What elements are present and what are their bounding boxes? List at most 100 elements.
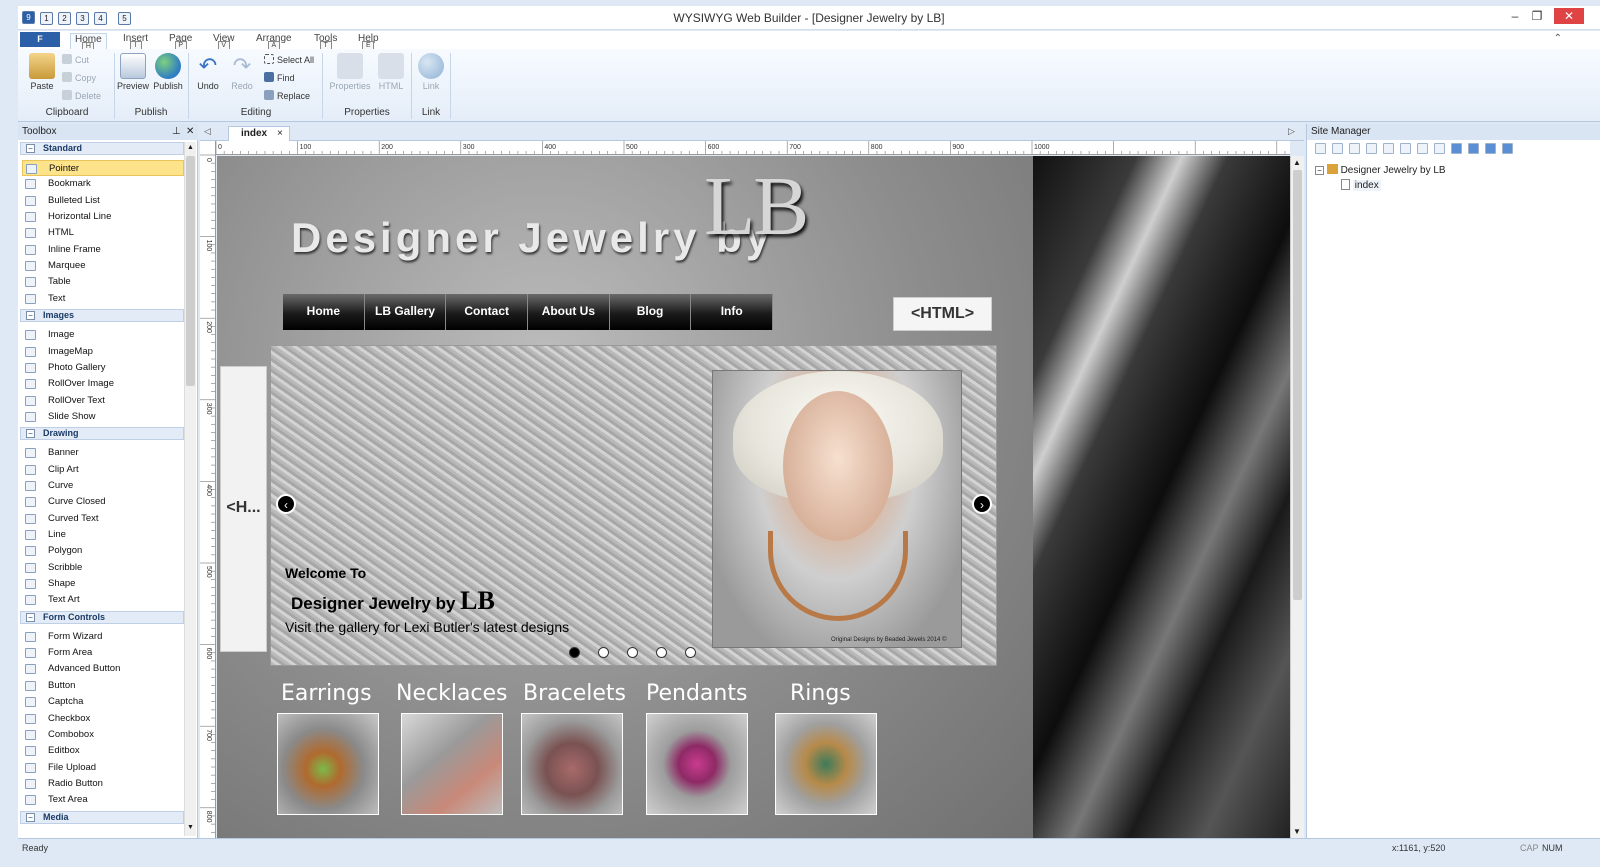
menu-info[interactable]: Info bbox=[691, 294, 774, 330]
toolbox-item[interactable]: Curve Closed bbox=[22, 494, 184, 510]
tab-home[interactable]: Home H bbox=[70, 33, 107, 52]
slide-next-button[interactable]: › bbox=[972, 494, 992, 514]
toolbox-item[interactable]: Table bbox=[22, 274, 184, 290]
page-template-icon[interactable] bbox=[1349, 143, 1360, 154]
necklaces-thumbnail[interactable] bbox=[401, 713, 503, 815]
move-down-icon[interactable] bbox=[1468, 143, 1479, 154]
slide-dot[interactable] bbox=[656, 647, 667, 658]
page-properties-icon[interactable] bbox=[1434, 143, 1445, 154]
import-page-icon[interactable] bbox=[1383, 143, 1394, 154]
replace-button[interactable]: Replace bbox=[264, 89, 310, 103]
link-button[interactable]: Link bbox=[416, 53, 446, 91]
scroll-down-icon[interactable]: ▼ bbox=[186, 824, 195, 834]
move-left-icon[interactable] bbox=[1485, 143, 1496, 154]
toolbox-item[interactable]: Marquee bbox=[22, 258, 184, 274]
menu-lb-gallery[interactable]: LB Gallery bbox=[364, 294, 447, 330]
tab-scroll-left-icon[interactable]: ◁ bbox=[204, 126, 211, 137]
toolbox-item[interactable]: Line bbox=[22, 527, 184, 543]
collapse-icon[interactable]: − bbox=[26, 812, 35, 822]
toolbox-item[interactable]: Clip Art bbox=[22, 462, 184, 478]
category-earrings[interactable]: Earrings bbox=[281, 681, 372, 706]
header-title[interactable]: Designer Jewelry by bbox=[291, 214, 773, 262]
menu-contact[interactable]: Contact bbox=[446, 294, 529, 330]
menu-blog[interactable]: Blog bbox=[609, 294, 692, 330]
toolbox-item[interactable]: ImageMap bbox=[22, 344, 184, 360]
tab-help[interactable]: Help E bbox=[354, 33, 383, 51]
close-icon[interactable]: ✕ bbox=[186, 124, 194, 140]
close-button[interactable]: ✕ bbox=[1554, 8, 1584, 24]
toolbox-item[interactable]: Bulleted List bbox=[22, 193, 184, 209]
toolbox-item[interactable]: HTML bbox=[22, 225, 184, 241]
toolbox-item[interactable]: Slide Show bbox=[22, 409, 184, 425]
toolbox-item[interactable]: RollOver Text bbox=[22, 393, 184, 409]
tab-scroll-right-icon[interactable]: ▷ bbox=[1288, 126, 1295, 137]
design-canvas[interactable]: Designer Jewelry by LB Home LB Gallery C… bbox=[217, 156, 1290, 838]
slide-dot[interactable] bbox=[685, 647, 696, 658]
earrings-thumbnail[interactable] bbox=[277, 713, 379, 815]
delete-button[interactable]: Delete bbox=[62, 89, 101, 103]
tab-view[interactable]: View V bbox=[209, 33, 239, 51]
cut-button[interactable]: Cut bbox=[62, 53, 89, 67]
undo-button[interactable]: ↶ Undo bbox=[192, 53, 224, 91]
collapse-icon[interactable]: − bbox=[26, 429, 35, 439]
slide-image[interactable]: Original Designs by Beaded Jewels 2014 © bbox=[712, 370, 962, 648]
site-tree-root[interactable]: − Designer Jewelry by LB bbox=[1315, 164, 1446, 176]
toolbox-item[interactable]: Captcha bbox=[22, 694, 184, 710]
collapse-icon[interactable]: − bbox=[1315, 166, 1324, 175]
slide-prev-button[interactable]: ‹ bbox=[276, 494, 296, 514]
bracelets-thumbnail[interactable] bbox=[521, 713, 623, 815]
toolbox-item[interactable]: Polygon bbox=[22, 543, 184, 559]
toolbox-item[interactable]: Text Art bbox=[22, 592, 184, 608]
ribbon-collapse-icon[interactable]: ⌃ bbox=[1554, 33, 1562, 44]
navigation-menu[interactable]: Home LB Gallery Contact About Us Blog In… bbox=[283, 294, 774, 330]
new-folder-icon[interactable] bbox=[1332, 143, 1343, 154]
toolbox-item[interactable]: Inline Frame bbox=[22, 242, 184, 258]
tab-page[interactable]: Page P bbox=[165, 33, 196, 51]
toolbox-item[interactable]: Scribble bbox=[22, 560, 184, 576]
category-pendants[interactable]: Pendants bbox=[646, 681, 747, 706]
toolbox-item[interactable]: Form Area bbox=[22, 645, 184, 661]
toolbox-item[interactable]: Advanced Button bbox=[22, 661, 184, 677]
minimize-button[interactable]: – bbox=[1506, 8, 1524, 24]
category-rings[interactable]: Rings bbox=[790, 681, 851, 706]
toolbox-item[interactable]: Editbox bbox=[22, 743, 184, 759]
collapse-icon[interactable]: − bbox=[26, 144, 35, 153]
menu-about-us[interactable]: About Us bbox=[528, 294, 610, 330]
copy-button[interactable]: Copy bbox=[62, 71, 96, 85]
toolbox-category[interactable]: − Images bbox=[20, 309, 184, 323]
find-button[interactable]: Find bbox=[264, 71, 295, 85]
rings-thumbnail[interactable] bbox=[775, 713, 877, 815]
toolbox-item[interactable]: Photo Gallery bbox=[22, 360, 184, 376]
web-page[interactable]: Designer Jewelry by LB Home LB Gallery C… bbox=[217, 156, 1033, 838]
html-object[interactable]: <HTML> bbox=[893, 297, 992, 331]
toolbox-item[interactable]: Text Area bbox=[22, 792, 184, 808]
paste-button[interactable]: Paste bbox=[26, 53, 58, 91]
tab-close-icon[interactable]: × bbox=[277, 127, 283, 140]
slide-dot[interactable] bbox=[569, 647, 580, 658]
tab-tools[interactable]: Tools T bbox=[310, 33, 341, 51]
toolbox-item[interactable]: RollOver Image bbox=[22, 376, 184, 392]
toolbox-item[interactable]: Radio Button bbox=[22, 776, 184, 792]
toolbox-category[interactable]: − Drawing bbox=[20, 427, 184, 441]
header-lb-logo[interactable]: LB bbox=[704, 158, 809, 255]
toolbox-item[interactable]: Bookmark bbox=[22, 176, 184, 192]
folder-icon[interactable] bbox=[1366, 143, 1377, 154]
new-page-icon[interactable] bbox=[1315, 143, 1326, 154]
duplicate-page-icon[interactable] bbox=[1400, 143, 1411, 154]
toolbox-item[interactable]: Pointer bbox=[22, 160, 184, 176]
scroll-up-icon[interactable]: ▲ bbox=[186, 144, 195, 154]
toolbox-item[interactable]: Shape bbox=[22, 576, 184, 592]
toolbox-item[interactable]: Curve bbox=[22, 478, 184, 494]
toolbox-item[interactable]: Image bbox=[22, 327, 184, 343]
toolbox-item[interactable]: Horizontal Line bbox=[22, 209, 184, 225]
canvas-scroll-thumb[interactable] bbox=[1293, 170, 1302, 600]
toolbox-item[interactable]: Combobox bbox=[22, 727, 184, 743]
toolbox-scroll-thumb[interactable] bbox=[186, 156, 195, 386]
slide-dot[interactable] bbox=[627, 647, 638, 658]
pin-icon[interactable]: ⊥ bbox=[172, 124, 181, 140]
pendants-thumbnail[interactable] bbox=[646, 713, 748, 815]
category-necklaces[interactable]: Necklaces bbox=[396, 681, 508, 706]
scroll-down-icon[interactable]: ▼ bbox=[1293, 827, 1301, 836]
tab-arrange[interactable]: Arrange A bbox=[252, 33, 296, 51]
collapse-icon[interactable]: − bbox=[26, 612, 35, 622]
